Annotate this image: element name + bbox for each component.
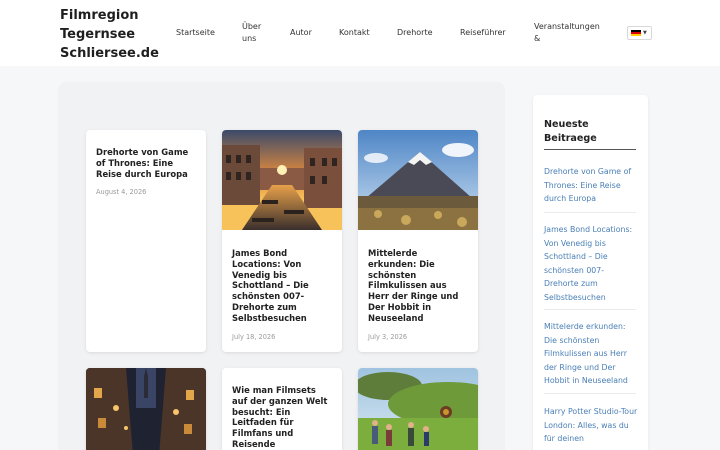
- post-card[interactable]: [358, 368, 478, 450]
- nav-item-startseite[interactable]: Startseite: [176, 27, 215, 39]
- recent-posts-sidebar: Neueste Beitraege Drehorte von Game of T…: [533, 95, 648, 450]
- sidebar-link[interactable]: James Bond Locations: Von Venedig bis Sc…: [544, 223, 638, 304]
- sidebar-link[interactable]: Harry Potter Studio-Tour London: Alles, …: [544, 405, 638, 446]
- nav-item-drehorte[interactable]: Drehorte: [397, 27, 433, 39]
- site-title[interactable]: Filmregion Tegernsee Schliersee.de: [60, 6, 170, 63]
- post-card[interactable]: Drehorte von Game of Thrones: Eine Reise…: [86, 130, 206, 352]
- sidebar-heading-rule: [544, 149, 636, 150]
- nav-item-veranstaltungen[interactable]: Veranstaltungen &: [534, 21, 606, 45]
- post-title[interactable]: Drehorte von Game of Thrones: Eine Reise…: [96, 147, 196, 179]
- hobbit-hill-image[interactable]: [358, 368, 478, 450]
- post-date: August 4, 2026: [96, 188, 147, 196]
- divider: [544, 212, 636, 213]
- divider: [544, 393, 636, 394]
- venice-canal-image[interactable]: [222, 130, 342, 230]
- post-date: July 18, 2026: [232, 333, 276, 341]
- post-card[interactable]: [86, 368, 206, 450]
- post-card[interactable]: James Bond Locations: Von Venedig bis Sc…: [222, 130, 342, 352]
- post-title[interactable]: Mittelerde erkunden: Die schönsten Filmk…: [368, 248, 468, 324]
- post-date: July 3, 2026: [368, 333, 408, 341]
- nav-item-kontakt[interactable]: Kontakt: [339, 27, 370, 39]
- chevron-down-icon: ▼: [643, 29, 647, 36]
- post-title[interactable]: James Bond Locations: Von Venedig bis Sc…: [232, 248, 332, 324]
- sidebar-link[interactable]: Drehorte von Game of Thrones: Eine Reise…: [544, 165, 638, 206]
- language-switcher[interactable]: ▼: [627, 26, 652, 40]
- nav-item-ueber-uns[interactable]: Über uns: [242, 21, 270, 45]
- post-card[interactable]: Wie man Filmsets auf der ganzen Welt bes…: [222, 368, 342, 450]
- divider: [544, 309, 636, 310]
- nav-item-reisefuehrer[interactable]: Reiseführer: [460, 27, 506, 39]
- post-card[interactable]: Mittelerde erkunden: Die schönsten Filmk…: [358, 130, 478, 352]
- post-title[interactable]: Wie man Filmsets auf der ganzen Welt bes…: [232, 385, 332, 450]
- volcano-image[interactable]: [358, 130, 478, 230]
- site-header: Filmregion Tegernsee Schliersee.de Start…: [0, 0, 720, 66]
- de-flag-icon: [631, 29, 641, 37]
- sidebar-heading: Neueste Beitraege: [544, 119, 597, 144]
- old-town-alley-image[interactable]: [86, 368, 206, 450]
- nav-item-autor[interactable]: Autor: [290, 27, 312, 39]
- sidebar-link[interactable]: Mittelerde erkunden: Die schönsten Filmk…: [544, 320, 638, 388]
